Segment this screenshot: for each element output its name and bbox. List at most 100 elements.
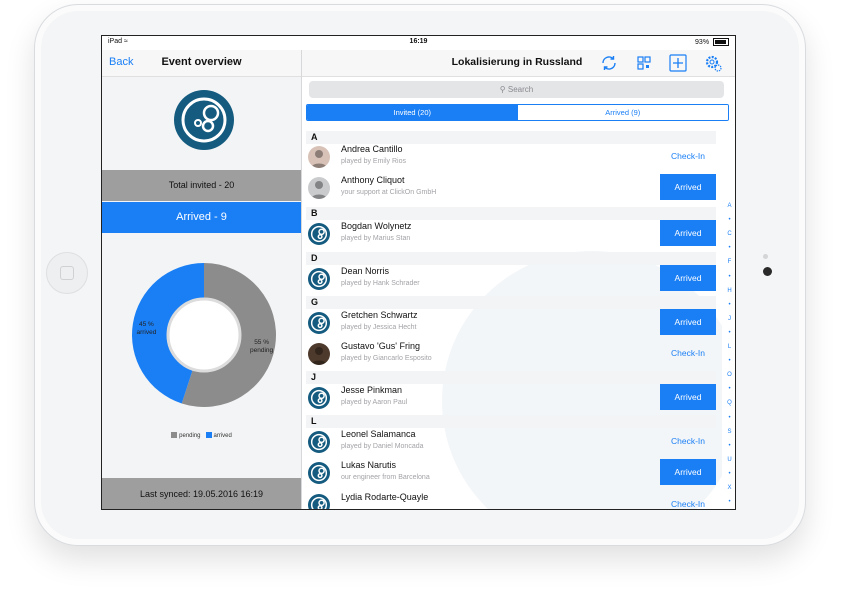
guest-name: Lydia Rodarte-Quayle <box>341 492 429 502</box>
index-letter[interactable]: X <box>722 485 735 491</box>
index-letter[interactable]: F <box>722 259 735 265</box>
search-input[interactable]: ⚲ Search <box>309 81 724 98</box>
index-letter[interactable]: • <box>722 443 735 449</box>
guest-name: Dean Norris <box>341 266 390 276</box>
left-navbar: Back Event overview <box>102 50 301 77</box>
camera <box>763 267 772 276</box>
tab-invited[interactable]: Invited (20) <box>307 105 518 120</box>
check-in-button[interactable]: Check-In <box>660 146 716 166</box>
guest-name: Gretchen Schwartz <box>341 310 418 320</box>
invited-arrived-segmented-control[interactable]: Invited (20) Arrived (9) <box>306 104 729 121</box>
left-title: Event overview <box>161 56 242 68</box>
guest-logo-avatar-icon <box>308 268 330 290</box>
guest-name: Lukas Narutis <box>341 460 397 470</box>
qr-code-icon[interactable] <box>634 53 654 73</box>
guest-logo-avatar-icon <box>308 462 330 484</box>
index-letter[interactable]: • <box>722 415 735 421</box>
guest-photo-avatar <box>308 343 330 365</box>
donut-label-arrived: 45 % arrived <box>136 321 156 336</box>
index-letter[interactable]: L <box>722 344 735 350</box>
status-bar: iPad ≈ 16:19 93% <box>102 36 735 50</box>
index-letter[interactable]: • <box>722 302 735 308</box>
guest-logo-avatar-icon <box>308 387 330 409</box>
guest-row[interactable]: Jesse Pinkman played by Aaron Paul Arrived <box>302 383 722 413</box>
search-icon: ⚲ <box>499 85 506 94</box>
event-overview-panel: Back Event overview Total invited - 20 A… <box>102 50 302 509</box>
guest-row[interactable]: Anthony Cliquot your support at ClickOn G… <box>302 173 722 203</box>
status-time: 16:19 <box>409 38 428 45</box>
guest-row[interactable]: Bogdan Wolynetz played by Marius Stan Arri… <box>302 219 722 249</box>
legend-label-arrived: arrived <box>213 433 232 439</box>
arrived-button[interactable]: Arrived <box>660 220 716 246</box>
guest-subtitle: played by Hank Schrader <box>341 280 420 287</box>
index-letter[interactable]: • <box>722 499 735 505</box>
guest-name: Leonel Salamanca <box>341 429 416 439</box>
guest-subtitle: played by Jessica Hecht <box>341 324 417 331</box>
arrived-button[interactable]: Arrived <box>660 384 716 410</box>
status-right: 93% <box>695 38 729 46</box>
last-synced-bar: Last synced: 19.05.2016 16:19 <box>102 478 301 509</box>
index-letter[interactable]: • <box>722 245 735 251</box>
legend-swatch-arrived <box>205 432 212 438</box>
index-letter[interactable]: A <box>722 203 735 209</box>
guest-list: A Andrea Cantillo played by Emily Rios Chec… <box>302 131 722 509</box>
battery-icon <box>713 38 729 46</box>
guest-row[interactable]: Gretchen Schwartz played by Jessica Hecht… <box>302 308 722 338</box>
arrived-button[interactable]: Arrived <box>660 459 716 485</box>
index-letter[interactable]: • <box>722 358 735 364</box>
index-letter[interactable]: • <box>722 274 735 280</box>
guest-subtitle: your support at ClickOn GmbH <box>341 189 437 196</box>
battery-percent: 93% <box>695 38 710 46</box>
guest-subtitle: played by Marius Stan <box>341 235 411 242</box>
legend-label-pending: pending <box>179 433 201 439</box>
guest-photo-avatar <box>308 177 330 199</box>
home-button[interactable] <box>46 252 88 294</box>
guest-photo-avatar <box>308 146 330 168</box>
add-icon[interactable] <box>668 53 688 73</box>
index-letter[interactable]: J <box>722 316 735 322</box>
settings-icon[interactable] <box>703 53 723 73</box>
guest-row[interactable]: Leonel Salamanca played by Daniel Moncada… <box>302 427 722 457</box>
donut-hole <box>166 297 242 373</box>
arrived-button[interactable]: Arrived <box>660 265 716 291</box>
total-invited-bar: Total invited - 20 <box>102 170 301 201</box>
guest-row[interactable]: Dean Norris played by Hank Schrader Arrive… <box>302 264 722 294</box>
search-placeholder: Search <box>507 85 534 94</box>
index-letter[interactable]: U <box>722 457 735 463</box>
check-in-button[interactable]: Check-In <box>660 494 716 509</box>
screen: iPad ≈ 16:19 93% Back Event overview Tot… <box>101 35 736 510</box>
guest-list-panel: Lokalisierung in Russland ⚲ Search Invit… <box>302 50 735 509</box>
check-in-button[interactable]: Check-In <box>660 343 716 363</box>
guest-subtitle: played by Giancarlo Esposito <box>341 355 432 362</box>
arrived-button[interactable]: Arrived <box>660 174 716 200</box>
index-letter[interactable]: • <box>722 471 735 477</box>
index-letter[interactable]: Q <box>722 400 735 406</box>
alphabet-index[interactable]: A•C•F•H•J•L•O•Q•S•U•X•Z# <box>722 131 735 509</box>
guest-row[interactable]: Lukas Narutis our engineer from Barcelona… <box>302 458 722 488</box>
event-title: Lokalisierung in Russland <box>451 56 583 68</box>
tab-arrived[interactable]: Arrived (9) <box>517 105 728 120</box>
event-logo-icon <box>174 90 234 150</box>
index-letter[interactable]: • <box>722 217 735 223</box>
arrived-button[interactable]: Arrived <box>660 309 716 335</box>
guest-subtitle: our engineer from Barcelona <box>341 474 430 481</box>
guest-name: Gustavo 'Gus' Fring <box>341 341 420 351</box>
guest-row[interactable]: Lydia Rodarte-Quayle Check-In <box>302 490 722 509</box>
guest-row[interactable]: Andrea Cantillo played by Emily Rios Check… <box>302 142 722 172</box>
sensor-dot <box>763 254 768 259</box>
index-letter[interactable]: • <box>722 386 735 392</box>
guest-logo-avatar-icon <box>308 223 330 245</box>
guest-logo-avatar-icon <box>308 431 330 453</box>
arrival-donut-chart: 55 % pending45 % arrived <box>132 263 277 407</box>
sync-icon[interactable] <box>599 53 619 73</box>
guest-name: Anthony Cliquot <box>341 175 405 185</box>
guest-subtitle: played by Daniel Moncada <box>341 443 424 450</box>
index-letter[interactable]: • <box>722 330 735 336</box>
check-in-button[interactable]: Check-In <box>660 431 716 451</box>
index-letter[interactable]: O <box>722 372 735 378</box>
legend-swatch-pending <box>171 432 178 438</box>
index-letter[interactable]: S <box>722 429 735 435</box>
index-letter[interactable]: C <box>722 231 735 237</box>
guest-row[interactable]: Gustavo 'Gus' Fring played by Giancarlo E… <box>302 339 722 369</box>
index-letter[interactable]: H <box>722 288 735 294</box>
